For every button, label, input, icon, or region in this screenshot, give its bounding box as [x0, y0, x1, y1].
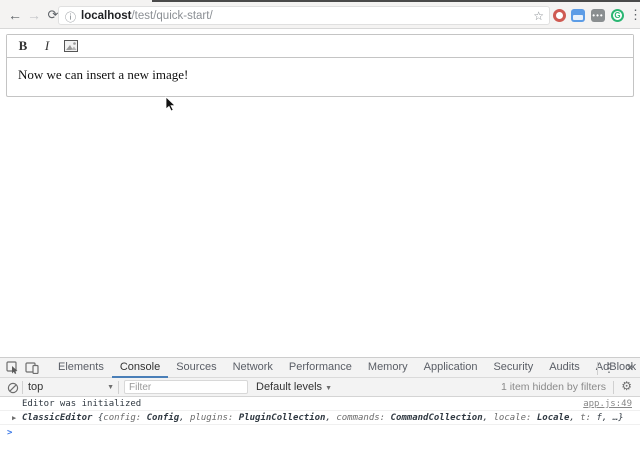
tab-sources[interactable]: Sources — [168, 358, 224, 378]
toolbar-separator — [118, 381, 119, 394]
toolbar-separator — [22, 381, 23, 394]
tab-memory[interactable]: Memory — [360, 358, 416, 378]
device-toolbar-icon[interactable] — [25, 361, 39, 375]
chevron-down-icon: ▼ — [325, 385, 332, 392]
extension-icon-grammarly[interactable]: G — [611, 9, 624, 22]
browser-toolbar: ← → ⟳ ⓘ localhost/test/quick-start/ ☆ ••… — [0, 2, 640, 29]
chevron-down-icon: ▼ — [107, 379, 114, 397]
tab-console[interactable]: Console — [112, 358, 168, 378]
chrome-menu-icon[interactable]: ⋮ — [629, 7, 640, 23]
devtools-close-icon[interactable]: ✕ — [620, 363, 640, 374]
bold-button[interactable]: B — [11, 36, 35, 56]
browser-window: ← → ⟳ ⓘ localhost/test/quick-start/ ☆ ••… — [0, 0, 640, 454]
devtools-tabbar: ElementsConsoleSourcesNetworkPerformance… — [0, 358, 640, 378]
object-preview[interactable]: ClassicEditor {config: Config, plugins: … — [22, 413, 624, 423]
back-icon[interactable]: ← — [6, 5, 24, 25]
console-prompt-row[interactable]: > — [0, 425, 640, 438]
console-message-text: Editor was initialized — [22, 399, 141, 409]
toolbar-separator — [613, 381, 614, 394]
console-log-area[interactable]: Editor was initialized app.js:49 ▶ Class… — [0, 397, 640, 438]
tab-performance[interactable]: Performance — [281, 358, 360, 378]
page-info-icon[interactable]: ⓘ — [65, 9, 76, 25]
insert-image-button[interactable] — [59, 36, 83, 56]
editor-paragraph: Now we can insert a new image! — [18, 67, 188, 83]
mouse-cursor — [165, 96, 176, 112]
devtools-menu-icon[interactable]: ⋮ — [598, 361, 620, 375]
devtools-panel: ElementsConsoleSourcesNetworkPerformance… — [0, 357, 640, 454]
tab-elements[interactable]: Elements — [50, 358, 112, 378]
editor-toolbar: B I — [7, 35, 633, 58]
url-text: localhost/test/quick-start/ — [81, 10, 213, 22]
bookmark-star-icon[interactable]: ☆ — [533, 9, 544, 23]
hidden-items-info: 1 item hidden by filters — [501, 378, 606, 396]
console-filter-input[interactable] — [124, 380, 248, 394]
address-bar[interactable]: ⓘ localhost/test/quick-start/ ☆ — [58, 6, 550, 25]
inspect-element-icon[interactable] — [6, 361, 19, 375]
expand-triangle-icon[interactable]: ▶ — [12, 413, 16, 423]
tab-application[interactable]: Application — [416, 358, 486, 378]
context-selected-label: top — [28, 381, 43, 393]
console-object-message: ▶ ClassicEditor {config: Config, plugins… — [0, 411, 640, 425]
url-path: /test/quick-start/ — [131, 10, 212, 22]
ckeditor: B I Now we can insert a new image! — [6, 34, 634, 97]
log-levels-dropdown[interactable]: Default levels ▼ — [256, 378, 332, 398]
log-levels-label: Default levels — [256, 381, 322, 393]
image-icon — [64, 40, 78, 52]
tab-security[interactable]: Security — [485, 358, 541, 378]
console-message: Editor was initialized app.js:49 — [0, 397, 640, 411]
tab-audits[interactable]: Audits — [541, 358, 588, 378]
extension-icon-blue-window[interactable] — [571, 9, 585, 22]
console-toolbar: top ▼ Default levels ▼ 1 item hidden by … — [0, 378, 640, 397]
context-selector[interactable]: top ▼ — [28, 378, 118, 397]
extension-icon-red-ring[interactable] — [553, 9, 566, 22]
editor-content-area[interactable]: Now we can insert a new image! — [7, 58, 633, 96]
extension-icon-gray-dots[interactable]: ••• — [591, 9, 605, 22]
console-settings-icon[interactable]: ⚙ — [621, 379, 632, 393]
source-link[interactable]: app.js:49 — [583, 399, 632, 409]
page-content: B I Now we can insert a new image! — [0, 30, 640, 357]
forward-icon[interactable]: → — [25, 5, 43, 25]
tab-network[interactable]: Network — [225, 358, 281, 378]
devtools-tabs: ElementsConsoleSourcesNetworkPerformance… — [50, 358, 640, 378]
italic-button[interactable]: I — [35, 36, 59, 56]
console-prompt-chevron[interactable]: > — [7, 428, 12, 438]
